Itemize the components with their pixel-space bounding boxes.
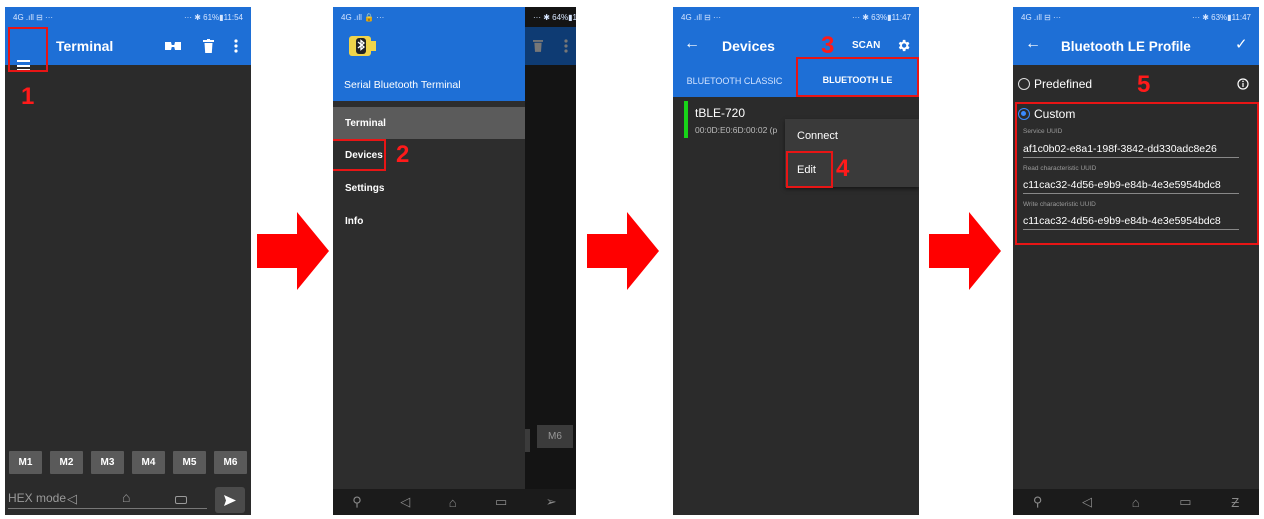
send-icon[interactable]: Ƶ [1231, 495, 1239, 510]
scan-button[interactable]: SCAN [852, 40, 880, 51]
nav-home-icon[interactable]: ⌂ [1132, 495, 1140, 510]
trash-icon[interactable] [203, 39, 214, 53]
nav-back-icon[interactable]: ◁ [400, 494, 410, 510]
nav-recents-icon[interactable] [175, 496, 187, 504]
read-uuid-field[interactable]: c11cac32-4d56-e9b9-e84b-4e3e5954bdc8 [1023, 179, 1239, 194]
input-underline [8, 508, 207, 509]
check-icon[interactable]: ✓ [1235, 35, 1248, 53]
nav-key-icon[interactable]: ⚲ [1033, 494, 1043, 510]
page-title: Devices [722, 38, 775, 54]
nav-recents-icon[interactable]: ▭ [1179, 494, 1191, 510]
status-bar: 4G .ıll 🔒 ··· [333, 7, 525, 27]
phone-terminal-screen: 4G .ıll ⊟ ··· ··· ✱ 61%▮11:54 Terminal M… [5, 7, 251, 515]
step-number: 2 [396, 141, 410, 168]
macro-button-m5[interactable]: M5 [173, 451, 206, 474]
back-icon[interactable]: ← [684, 35, 700, 53]
page-title: Terminal [56, 38, 114, 54]
macro-button-m1[interactable]: M1 [9, 451, 42, 474]
drawer-app-name: Serial Bluetooth Terminal [344, 79, 461, 91]
write-uuid-label: Write characteristic UUID [1023, 201, 1096, 208]
tab-bluetooth-classic[interactable]: BLUETOOTH CLASSIC [673, 65, 796, 97]
system-nav-bar: ⚲ ◁ ⌂ ▭ ➢ [333, 489, 576, 515]
nav-back-icon[interactable]: ◁ [1082, 494, 1092, 510]
status-bar: 4G .ıll ⊟ ··· ··· ✱ 63%▮11:47 [1013, 7, 1259, 27]
service-uuid-label: Service UUID [1023, 128, 1063, 135]
step-number-4: 4 [836, 155, 850, 182]
nav-home-icon[interactable]: ⌂ [449, 495, 457, 510]
radio-custom[interactable] [1018, 108, 1030, 120]
drawer-header: 4G .ıll 🔒 ··· Serial Bluetooth Terminal [333, 7, 525, 101]
read-uuid-label: Read characteristic UUID [1023, 165, 1097, 172]
trash-icon [533, 40, 543, 52]
nav-home-icon[interactable]: ⌂ [122, 489, 130, 505]
phone-devices-screen: 4G .ıll ⊟ ··· ··· ✱ 63%▮11:47 ← Devices … [673, 7, 919, 515]
macro-button-m6[interactable]: M6 [214, 451, 247, 474]
drawer-item-terminal[interactable]: Terminal [333, 107, 525, 139]
nav-recents-icon[interactable]: ▭ [495, 494, 507, 510]
send-input[interactable]: HEX mode [8, 491, 66, 505]
highlight-box-le-tab [796, 57, 919, 97]
macro-button-m2[interactable]: M2 [50, 451, 83, 474]
page-title: Bluetooth LE Profile [1061, 38, 1191, 54]
app-bar: ← Bluetooth LE Profile ✓ [1013, 27, 1259, 65]
service-uuid-field[interactable]: af1c0b02-e8a1-198f-3842-dd330adc8e26 [1023, 143, 1239, 158]
info-icon[interactable] [1237, 78, 1249, 90]
macro-button-m3[interactable]: M3 [91, 451, 124, 474]
dimmed-background: M6 [520, 7, 576, 489]
highlight-box-edit [786, 151, 833, 188]
phone-ble-profile-screen: 4G .ıll ⊟ ··· ··· ✱ 63%▮11:47 ← Bluetoot… [1013, 7, 1259, 515]
phone-drawer-screen: M6 4G .ıll 🔒 ··· Serial Bluetooth Termin… [333, 7, 576, 515]
status-bar-right: ··· ✱ 64%▮11:45 [525, 7, 576, 27]
navigation-drawer: 4G .ıll 🔒 ··· Serial Bluetooth Terminal … [333, 7, 525, 489]
status-right: ··· ✱ 63%▮11:47 [852, 12, 911, 22]
status-bar: 4G .ıll ⊟ ··· ··· ✱ 61%▮11:54 [5, 7, 251, 27]
step-number: 1 [21, 83, 35, 110]
status-left: 4G .ıll 🔒 ··· [341, 12, 385, 22]
right-arrow-icon [587, 212, 659, 290]
more-icon[interactable] [234, 39, 238, 53]
nav-key-icon[interactable]: ⚲ [352, 494, 362, 510]
menu-item-connect[interactable]: Connect [785, 119, 919, 153]
status-left: 4G .ıll ⊟ ··· [1021, 12, 1062, 22]
step-number: 5 [1137, 71, 1151, 98]
status-right: ··· ✱ 64%▮11:45 [533, 12, 576, 22]
step-number-3: 3 [821, 32, 835, 59]
gear-icon[interactable] [896, 38, 911, 53]
send-icon[interactable]: ➢ [546, 494, 557, 510]
system-nav-bar: ⚲ ◁ ⌂ ▭ Ƶ [1013, 489, 1259, 515]
macro-button-m4[interactable]: M4 [132, 451, 165, 474]
nav-back-icon[interactable]: ◁ [67, 491, 77, 507]
status-bar: 4G .ıll ⊟ ··· ··· ✱ 63%▮11:47 [673, 7, 919, 27]
device-address: 00:0D:E0:6D:00:02 (p [695, 125, 778, 135]
right-arrow-icon [929, 212, 1001, 290]
back-icon[interactable]: ← [1025, 35, 1041, 53]
status-left: 4G .ıll ⊟ ··· [681, 12, 722, 22]
predefined-label: Predefined [1034, 77, 1093, 91]
send-icon [224, 494, 236, 506]
radio-predefined[interactable] [1018, 78, 1030, 90]
custom-label: Custom [1034, 107, 1076, 121]
write-uuid-field[interactable]: c11cac32-4d56-e9b9-e84b-4e3e5954bdc8 [1023, 215, 1239, 230]
more-icon [564, 39, 568, 53]
highlight-box-menu [8, 27, 48, 72]
status-right: ··· ✱ 63%▮11:47 [1192, 12, 1251, 22]
right-arrow-icon [257, 212, 329, 290]
macro-button-m6: M6 [537, 425, 573, 448]
connection-indicator [684, 101, 688, 138]
macro-buttons: M1 M2 M3 M4 M5 M6 [9, 451, 247, 474]
bluetooth-icon [349, 36, 376, 56]
drawer-item-info[interactable]: Info [333, 205, 525, 237]
connect-icon[interactable] [164, 40, 182, 52]
status-left: 4G .ıll ⊟ ··· [13, 12, 54, 22]
highlight-box-devices [333, 139, 386, 171]
send-button[interactable] [215, 487, 245, 513]
device-name: tBLE-720 [695, 106, 746, 120]
status-right: ··· ✱ 61%▮11:54 [184, 12, 243, 22]
drawer-item-settings[interactable]: Settings [333, 172, 525, 204]
